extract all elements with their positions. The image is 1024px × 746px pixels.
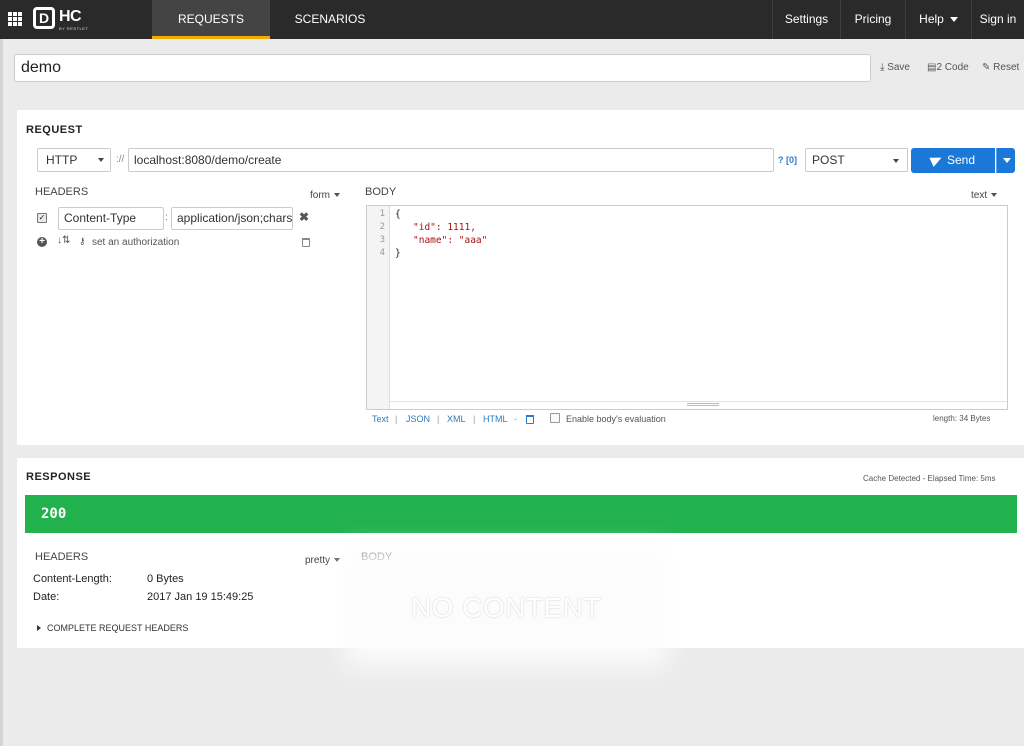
format-html-link[interactable]: HTML [483,414,508,424]
resize-handle[interactable] [687,403,719,406]
send-button[interactable]: Send [911,148,995,173]
reset-label: Reset [993,62,1020,73]
query-params-toggle[interactable]: ? [0] [778,155,797,165]
header-name-input[interactable]: Content-Type [58,207,164,230]
headers-mode-dropdown[interactable]: form [310,190,340,201]
code-button[interactable]: ▤2 Code [927,62,969,73]
line-number: 2 [379,222,385,232]
method-dropdown-button[interactable] [886,148,908,172]
paper-plane-icon [929,153,944,167]
separator: - [514,414,517,424]
code-line: "id": 1111, [413,222,476,233]
body-length: length: 34 Bytes [933,414,991,423]
apps-grid-icon[interactable] [8,12,22,26]
response-header-value: 0 Bytes [147,573,184,585]
line-number: 3 [379,235,385,245]
complete-request-headers-toggle[interactable]: COMPLETE REQUEST HEADERS [37,623,188,633]
headers-mode-value: form [310,190,330,201]
request-headers-label: HEADERS [35,186,89,198]
chevron-down-icon [1003,158,1011,163]
nav-help-label: Help [919,12,944,26]
body-mode-value: text [971,190,988,201]
response-header-value: 2017 Jan 19 15:49:25 [147,591,254,603]
separator: | [473,414,476,424]
format-text-link[interactable]: Text [372,414,389,424]
request-name-input[interactable] [14,54,871,82]
no-content-placeholder: NO CONTENT [366,570,646,646]
tab-scenarios[interactable]: SCENARIOS [275,0,385,39]
body-evaluation-label: Enable body's evaluation [566,414,666,424]
trash-icon[interactable] [302,238,310,247]
scheme-select[interactable]: HTTP [37,148,111,172]
scheme-separator: :// [116,154,125,165]
separator: | [437,414,440,424]
code-line: "name": "aaa" [413,235,488,246]
caret-right-icon [37,625,41,631]
format-json-link[interactable]: JSON [406,414,430,424]
logo-subtitle: BY RESTLET [59,26,89,31]
url-input[interactable]: localhost:8080/demo/create [128,148,774,172]
header-enabled-checkbox[interactable]: ✓ [37,213,47,223]
nav-help[interactable]: Help [905,0,971,39]
no-content-text: NO CONTENT [410,592,602,623]
clear-body-trash-icon[interactable] [526,415,534,424]
set-authorization-link[interactable]: set an authorization [92,237,179,248]
request-body-label: BODY [365,186,397,198]
format-xml-link[interactable]: XML [447,414,466,424]
save-label: Save [887,62,910,73]
send-label: Send [946,153,976,167]
sort-icon[interactable]: ↓⇅ [57,235,70,246]
separator: | [395,414,398,424]
code-label: 2 Code [936,62,969,73]
chevron-down-icon [893,159,899,163]
left-edge-divider [0,39,3,746]
header-value-input[interactable]: application/json;charset=UTF-8 [171,207,293,230]
eraser-icon: ✎ [982,62,991,73]
dhc-logo[interactable]: D HC BY RESTLET [33,7,93,33]
response-title: RESPONSE [26,471,92,483]
complete-request-headers-label: COMPLETE REQUEST HEADERS [47,623,189,633]
body-editor[interactable]: 1 2 3 4 { "id": 1111, "name": "aaa" } [366,205,1008,410]
response-headers-mode-dropdown[interactable]: pretty [305,555,341,566]
code-line: { [395,209,401,220]
header-colon: : [165,212,168,223]
status-bar: 200 [25,495,1017,533]
body-evaluation-checkbox[interactable] [550,413,560,423]
method-input[interactable]: POST [805,148,887,172]
editor-gutter: 1 2 3 4 [367,206,390,409]
top-bar: D HC BY RESTLET REQUESTS SCENARIOS Setti… [0,0,1024,39]
nav-pricing[interactable]: Pricing [840,0,905,39]
response-headers-label: HEADERS [35,551,89,563]
download-icon: ⤓ [880,62,885,73]
response-header-name: Date: [33,591,60,603]
chevron-down-icon [334,558,341,563]
key-icon: ⚷ [79,236,86,246]
reset-button[interactable]: ✎ Reset [982,62,1019,73]
nav-settings[interactable]: Settings [772,0,840,39]
send-options-button[interactable] [996,148,1015,173]
chevron-down-icon [949,17,958,23]
code-line: } [395,248,401,259]
logo-mark: D [33,7,55,29]
remove-header-icon[interactable]: ✖ [299,210,309,224]
tab-requests[interactable]: REQUESTS [152,0,270,39]
chevron-down-icon [991,193,998,198]
response-header-name: Content-Length: [33,573,112,585]
nav-sign-in[interactable]: Sign in [971,0,1024,39]
save-button[interactable]: ⤓ Save [880,62,910,73]
chevron-down-icon [334,193,340,198]
line-number: 1 [379,209,385,219]
cache-info: Cache Detected - Elapsed Time: 5ms [863,474,996,483]
scheme-value: HTTP [46,153,78,167]
body-mode-dropdown[interactable]: text [971,190,998,201]
logo-text: HC [59,8,82,25]
status-code: 200 [41,506,67,522]
chevron-down-icon [98,158,104,162]
response-headers-mode-value: pretty [305,555,331,566]
response-body-label: BODY [361,551,393,563]
add-header-icon[interactable]: + [37,237,47,247]
request-title: REQUEST [26,124,83,136]
line-number: 4 [379,248,385,258]
